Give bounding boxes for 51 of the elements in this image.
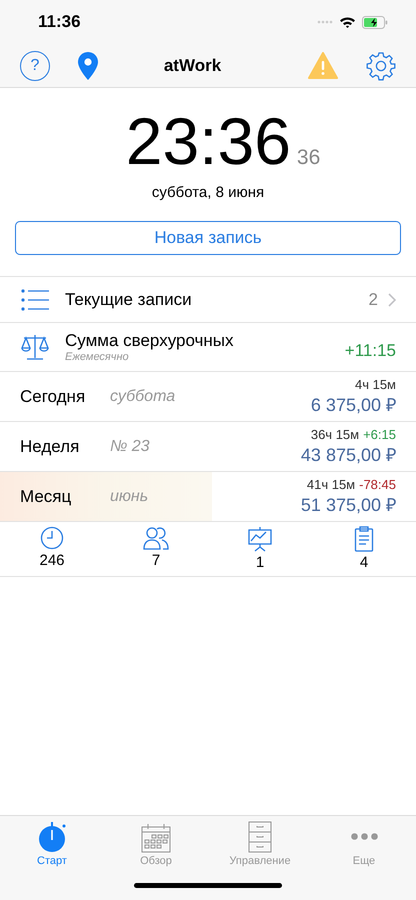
period-detail: июнь: [110, 488, 150, 506]
current-entries-label: Текущие записи: [65, 290, 193, 310]
overtime-subtitle: Ежемесячно: [65, 351, 130, 363]
settings-icon[interactable]: [366, 50, 396, 80]
clock-date: суббота, 8 июня: [152, 184, 264, 201]
clock-icon[interactable]: [40, 526, 64, 550]
tab[interactable]: Еще: [312, 816, 416, 870]
period-name: Сегодня: [20, 386, 86, 406]
signal-icon: [317, 20, 333, 24]
battery-icon: [362, 16, 388, 28]
wifi-icon: [339, 16, 356, 28]
period-name: Неделя: [20, 436, 80, 456]
people-icon[interactable]: [143, 526, 169, 550]
period-amount: 51 375,00 ₽: [300, 494, 396, 516]
overtime-value: +11:15: [344, 341, 396, 361]
tab[interactable]: Старт: [0, 816, 104, 870]
new-entry-button[interactable]: Новая запись: [15, 221, 401, 255]
period-amount: 6 375,00 ₽: [310, 394, 396, 416]
scales-icon: [20, 332, 50, 362]
clipboard-icon[interactable]: [354, 526, 374, 552]
overtime-title: Сумма сверхурочных: [65, 331, 235, 351]
chevron-icon: [388, 292, 396, 306]
clock-seconds: 36: [296, 146, 320, 170]
tab[interactable]: Управление: [208, 816, 312, 870]
location-pin-icon[interactable]: [77, 50, 99, 80]
calendar-icon: [141, 823, 171, 853]
tab[interactable]: Обзор: [104, 816, 208, 870]
period-detail: № 23: [110, 438, 151, 456]
more-icon: [350, 833, 378, 840]
status-time: 11:36: [38, 12, 81, 32]
stat-value: 7: [152, 552, 160, 569]
period-hours: 36ч 15м: [310, 427, 360, 442]
current-entries-count: 2: [368, 290, 378, 310]
cabinet-icon: [248, 821, 272, 853]
period-delta: -78:45: [359, 477, 396, 492]
stat-value: 246: [39, 552, 65, 569]
period-amount: 43 875,00 ₽: [300, 444, 396, 466]
clock-time: 23:36: [126, 106, 291, 176]
period-delta: +6:15: [363, 427, 396, 442]
star-list-icon: [20, 288, 50, 312]
current-entries-row[interactable]: Текущие записи 2: [0, 276, 416, 322]
stat-value: 1: [256, 554, 264, 571]
app-title: atWork: [162, 56, 222, 76]
period-hours: 41ч 15м: [306, 477, 356, 492]
period-hours: 4ч 15м: [354, 377, 396, 392]
period-detail: суббота: [110, 388, 176, 406]
stat-value: 4: [360, 554, 368, 571]
stopwatch-icon: [36, 821, 68, 853]
presentation-chart-icon[interactable]: [247, 526, 273, 552]
period-name: Месяц: [20, 486, 72, 506]
help-button[interactable]: ?: [20, 50, 50, 80]
